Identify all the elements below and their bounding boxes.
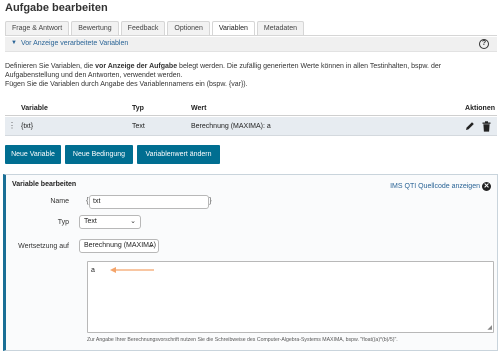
cell-wert: Berechnung (MAXIMA): a — [191, 123, 271, 130]
drag-handle-icon[interactable]: ⋮ — [8, 121, 16, 130]
intro-line3: Fügen Sie die Variablen durch Angabe des… — [5, 81, 248, 88]
new-variable-button[interactable]: Neue Variable — [5, 145, 61, 164]
tab-bar: Frage & Antwort Bewertung Feedback Optio… — [5, 21, 304, 36]
table-row[interactable]: ⋮ {txt} Text Berechnung (MAXIMA): a — [5, 117, 497, 136]
qti-source-link[interactable]: IMS QTI Quellcode anzeigen — [390, 183, 480, 190]
tab-frage-antwort[interactable]: Frage & Antwort — [5, 21, 70, 35]
tab-metadaten[interactable]: Metadaten — [256, 21, 304, 35]
wertsetzung-label: Wertsetzung auf — [18, 243, 69, 250]
new-condition-button[interactable]: Neue Bedingung — [65, 145, 133, 164]
resize-handle-icon[interactable]: ◢ — [487, 324, 492, 331]
arrow-left-icon — [110, 267, 154, 273]
intro-line1-bold: vor Anzeige der Aufgabe — [95, 63, 178, 70]
close-icon[interactable]: ✕ — [482, 182, 491, 191]
tab-bewertung[interactable]: Bewertung — [71, 21, 119, 35]
intro-line2: Aufgabenstellung und den Antworten, verw… — [5, 72, 183, 79]
question-circle-icon[interactable]: ? — [479, 39, 489, 49]
cell-variable: {txt} — [21, 123, 34, 130]
wertsetzung-select-value: Berechnung (MAXIMA) — [84, 242, 156, 249]
typ-select-value: Text — [84, 218, 97, 225]
collapse-label: Vor Anzeige verarbeitete Variablen — [21, 40, 129, 47]
typ-label: Typ — [57, 219, 69, 226]
page-title: Aufgabe bearbeiten — [5, 2, 108, 14]
col-wert: Wert — [191, 105, 207, 112]
wertsetzung-select[interactable]: Berechnung (MAXIMA) ⌄ — [79, 239, 159, 253]
typ-select[interactable]: Text ⌄ — [79, 215, 141, 229]
chevron-down-icon: ⌄ — [148, 242, 154, 249]
tab-variablen[interactable]: Variablen — [211, 21, 255, 36]
brace-close: } — [209, 196, 212, 205]
intro-text: Definieren Sie Variablen, die vor Anzeig… — [5, 62, 490, 89]
col-variable: Variable — [21, 105, 48, 112]
chevron-down-icon: ⌄ — [130, 218, 136, 225]
maxima-textarea[interactable]: a ◢ — [87, 261, 494, 333]
edit-variable-panel: Variable bearbeiten IMS QTI Quellcode an… — [3, 174, 498, 351]
maxima-hint: Zur Angabe Ihrer Berechnungsvorschrift n… — [87, 337, 398, 343]
col-typ: Typ — [132, 105, 144, 112]
intro-line1-c: belegt werden. Die zufällig generierten … — [177, 63, 442, 70]
trash-icon[interactable] — [482, 121, 491, 132]
tab-feedback[interactable]: Feedback — [120, 21, 166, 35]
change-value-button[interactable]: Variablenwert ändern — [137, 145, 220, 164]
name-input[interactable]: txt — [89, 195, 209, 209]
tab-divider — [5, 35, 497, 36]
name-label: Name — [50, 198, 69, 205]
panel-title: Variable bearbeiten — [12, 181, 77, 188]
tab-optionen[interactable]: Optionen — [167, 21, 210, 35]
textarea-value: a — [91, 267, 95, 274]
chevron-down-icon: ▼ — [11, 40, 17, 46]
intro-line1-a: Definieren Sie Variablen, die — [5, 63, 96, 70]
col-aktionen: Aktionen — [465, 105, 495, 112]
collapse-header[interactable]: ▼ Vor Anzeige verarbeitete Variablen ? — [5, 37, 497, 52]
cell-typ: Text — [132, 123, 145, 130]
table-header: Variable Typ Wert Aktionen — [5, 102, 497, 116]
pencil-icon[interactable] — [465, 121, 475, 131]
